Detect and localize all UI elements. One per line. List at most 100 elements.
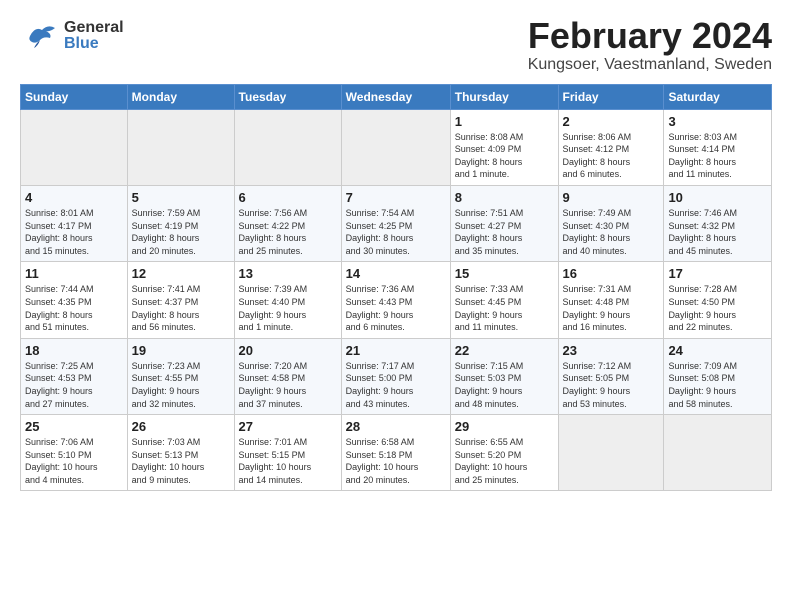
table-row [341,109,450,185]
day-number: 9 [563,190,660,205]
table-row: 7 Sunrise: 7:54 AM Sunset: 4:25 PM Daylig… [341,185,450,261]
col-friday: Friday [558,84,664,109]
day-info: Sunrise: 7:54 AM Sunset: 4:25 PM Dayligh… [346,207,446,257]
day-info: Sunrise: 6:55 AM Sunset: 5:20 PM Dayligh… [455,436,554,486]
table-row: 19 Sunrise: 7:23 AM Sunset: 4:55 PM Dayli… [127,338,234,414]
table-row [21,109,128,185]
table-row: 13Sunrise: 7:39 AM Sunset: 4:40 PM Dayli… [234,262,341,338]
day-info: Sunrise: 7:01 AM Sunset: 5:15 PM Dayligh… [239,436,337,486]
day-number: 24 [668,343,767,358]
day-info: Sunrise: 6:58 AM Sunset: 5:18 PM Dayligh… [346,436,446,486]
title-area: February 2024 Kungsoer, Vaestmanland, Sw… [528,16,772,74]
day-number: 26 [132,419,230,434]
table-row: 23 Sunrise: 7:12 AM Sunset: 5:05 PM Dayli… [558,338,664,414]
table-row: 10 Sunrise: 7:46 AM Sunset: 4:32 PM Dayli… [664,185,772,261]
table-row [558,415,664,491]
day-number: 16 [563,266,660,281]
day-info: Sunrise: 7:51 AM Sunset: 4:27 PM Dayligh… [455,207,554,257]
table-row: 22 Sunrise: 7:15 AM Sunset: 5:03 PM Dayli… [450,338,558,414]
day-number: 23 [563,343,660,358]
day-info: Sunrise: 7:49 AM Sunset: 4:30 PM Dayligh… [563,207,660,257]
col-saturday: Saturday [664,84,772,109]
table-row [664,415,772,491]
logo-blue: Blue [64,36,124,52]
table-row: 24Sunrise: 7:09 AM Sunset: 5:08 PM Dayli… [664,338,772,414]
day-number: 7 [346,190,446,205]
day-number: 17 [668,266,767,281]
table-row: 8 Sunrise: 7:51 AM Sunset: 4:27 PM Daylig… [450,185,558,261]
calendar-week-row: 18 Sunrise: 7:25 AM Sunset: 4:53 PM Dayli… [21,338,772,414]
table-row: 3 Sunrise: 8:03 AM Sunset: 4:14 PM Daylig… [664,109,772,185]
day-number: 10 [668,190,767,205]
day-number: 1 [455,114,554,129]
table-row [127,109,234,185]
day-info: Sunrise: 7:15 AM Sunset: 5:03 PM Dayligh… [455,360,554,410]
header: General Blue February 2024 Kungsoer, Vae… [20,16,772,74]
day-info: Sunrise: 7:23 AM Sunset: 4:55 PM Dayligh… [132,360,230,410]
calendar-page: General Blue February 2024 Kungsoer, Vae… [0,0,792,501]
day-number: 8 [455,190,554,205]
calendar-table: Sunday Monday Tuesday Wednesday Thursday… [20,84,772,492]
table-row: 18 Sunrise: 7:25 AM Sunset: 4:53 PM Dayli… [21,338,128,414]
day-number: 25 [25,419,123,434]
day-number: 6 [239,190,337,205]
day-number: 18 [25,343,123,358]
day-number: 19 [132,343,230,358]
day-info: Sunrise: 7:59 AM Sunset: 4:19 PM Dayligh… [132,207,230,257]
col-tuesday: Tuesday [234,84,341,109]
day-number: 2 [563,114,660,129]
table-row: 29 Sunrise: 6:55 AM Sunset: 5:20 PM Dayli… [450,415,558,491]
table-row: 26 Sunrise: 7:03 AM Sunset: 5:13 PM Dayli… [127,415,234,491]
day-info: Sunrise: 7:28 AM Sunset: 4:50 PM Dayligh… [668,283,767,333]
logo: General Blue [20,16,124,56]
day-number: 14 [346,266,446,281]
day-number: 4 [25,190,123,205]
day-info: Sunrise: 7:31 AM Sunset: 4:48 PM Dayligh… [563,283,660,333]
table-row: 15Sunrise: 7:33 AM Sunset: 4:45 PM Dayli… [450,262,558,338]
table-row: 21Sunrise: 7:17 AM Sunset: 5:00 PM Dayli… [341,338,450,414]
day-info: Sunrise: 8:06 AM Sunset: 4:12 PM Dayligh… [563,131,660,181]
table-row: 4 Sunrise: 8:01 AM Sunset: 4:17 PM Daylig… [21,185,128,261]
day-info: Sunrise: 8:01 AM Sunset: 4:17 PM Dayligh… [25,207,123,257]
table-row: 12Sunrise: 7:41 AM Sunset: 4:37 PM Dayli… [127,262,234,338]
day-info: Sunrise: 8:08 AM Sunset: 4:09 PM Dayligh… [455,131,554,181]
table-row: 25Sunrise: 7:06 AM Sunset: 5:10 PM Dayli… [21,415,128,491]
day-number: 5 [132,190,230,205]
logo-general: General [64,20,124,36]
day-info: Sunrise: 7:03 AM Sunset: 5:13 PM Dayligh… [132,436,230,486]
col-monday: Monday [127,84,234,109]
table-row: 2 Sunrise: 8:06 AM Sunset: 4:12 PM Daylig… [558,109,664,185]
day-info: Sunrise: 7:12 AM Sunset: 5:05 PM Dayligh… [563,360,660,410]
table-row: 11Sunrise: 7:44 AM Sunset: 4:35 PM Dayli… [21,262,128,338]
table-row: 27Sunrise: 7:01 AM Sunset: 5:15 PM Dayli… [234,415,341,491]
day-info: Sunrise: 7:33 AM Sunset: 4:45 PM Dayligh… [455,283,554,333]
table-row: 6Sunrise: 7:56 AM Sunset: 4:22 PM Daylig… [234,185,341,261]
logo-text: General Blue [64,20,124,52]
day-info: Sunrise: 7:46 AM Sunset: 4:32 PM Dayligh… [668,207,767,257]
day-number: 3 [668,114,767,129]
day-info: Sunrise: 8:03 AM Sunset: 4:14 PM Dayligh… [668,131,767,181]
day-info: Sunrise: 7:36 AM Sunset: 4:43 PM Dayligh… [346,283,446,333]
calendar-header-row: Sunday Monday Tuesday Wednesday Thursday… [21,84,772,109]
day-number: 20 [239,343,337,358]
day-number: 28 [346,419,446,434]
table-row: 5 Sunrise: 7:59 AM Sunset: 4:19 PM Daylig… [127,185,234,261]
day-info: Sunrise: 7:25 AM Sunset: 4:53 PM Dayligh… [25,360,123,410]
day-info: Sunrise: 7:44 AM Sunset: 4:35 PM Dayligh… [25,283,123,333]
day-info: Sunrise: 7:41 AM Sunset: 4:37 PM Dayligh… [132,283,230,333]
location-subtitle: Kungsoer, Vaestmanland, Sweden [528,56,772,74]
day-number: 22 [455,343,554,358]
day-number: 21 [346,343,446,358]
table-row: 20Sunrise: 7:20 AM Sunset: 4:58 PM Dayli… [234,338,341,414]
logo-icon [20,16,60,56]
table-row: 28 Sunrise: 6:58 AM Sunset: 5:18 PM Dayli… [341,415,450,491]
calendar-week-row: 1 Sunrise: 8:08 AM Sunset: 4:09 PM Daylig… [21,109,772,185]
col-sunday: Sunday [21,84,128,109]
table-row: 9 Sunrise: 7:49 AM Sunset: 4:30 PM Daylig… [558,185,664,261]
month-title: February 2024 [528,16,772,56]
day-info: Sunrise: 7:39 AM Sunset: 4:40 PM Dayligh… [239,283,337,333]
table-row [234,109,341,185]
day-number: 29 [455,419,554,434]
calendar-week-row: 4 Sunrise: 8:01 AM Sunset: 4:17 PM Daylig… [21,185,772,261]
table-row: 16 Sunrise: 7:31 AM Sunset: 4:48 PM Dayli… [558,262,664,338]
